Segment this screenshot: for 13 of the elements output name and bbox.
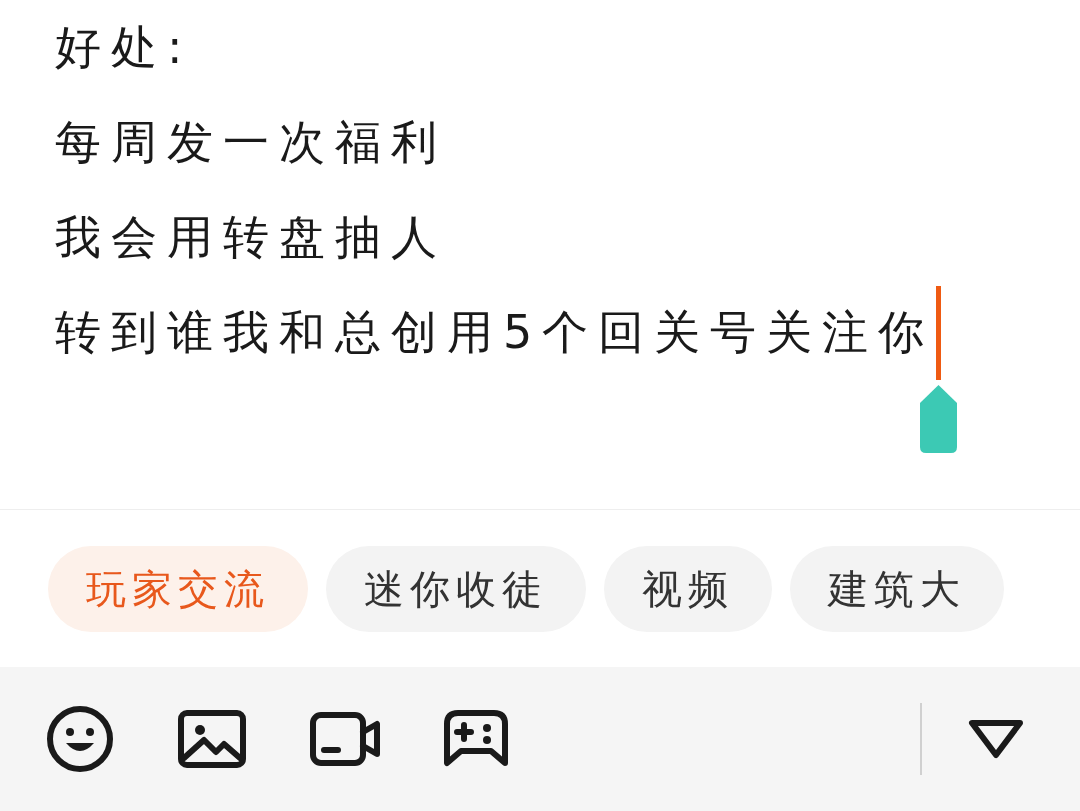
triangle-down-icon[interactable] [968, 719, 1024, 759]
tag-chip[interactable]: 迷你收徒 [326, 545, 586, 632]
image-icon[interactable] [178, 710, 246, 768]
smiley-icon[interactable] [46, 705, 114, 773]
tag-chip[interactable]: 视频 [604, 545, 772, 632]
text-line: 好处: [55, 19, 193, 76]
cursor-handle[interactable] [920, 384, 958, 453]
text-line: 每周发一次福利 [55, 114, 447, 171]
text-line: 转到谁我和总创用5个回关号关注你 [55, 304, 935, 361]
tag-chip[interactable]: 建筑大 [790, 545, 1004, 632]
video-camera-icon[interactable] [310, 712, 380, 766]
gamepad-icon[interactable] [444, 710, 508, 768]
text-line: 我会用转盘抽人 [55, 209, 447, 266]
